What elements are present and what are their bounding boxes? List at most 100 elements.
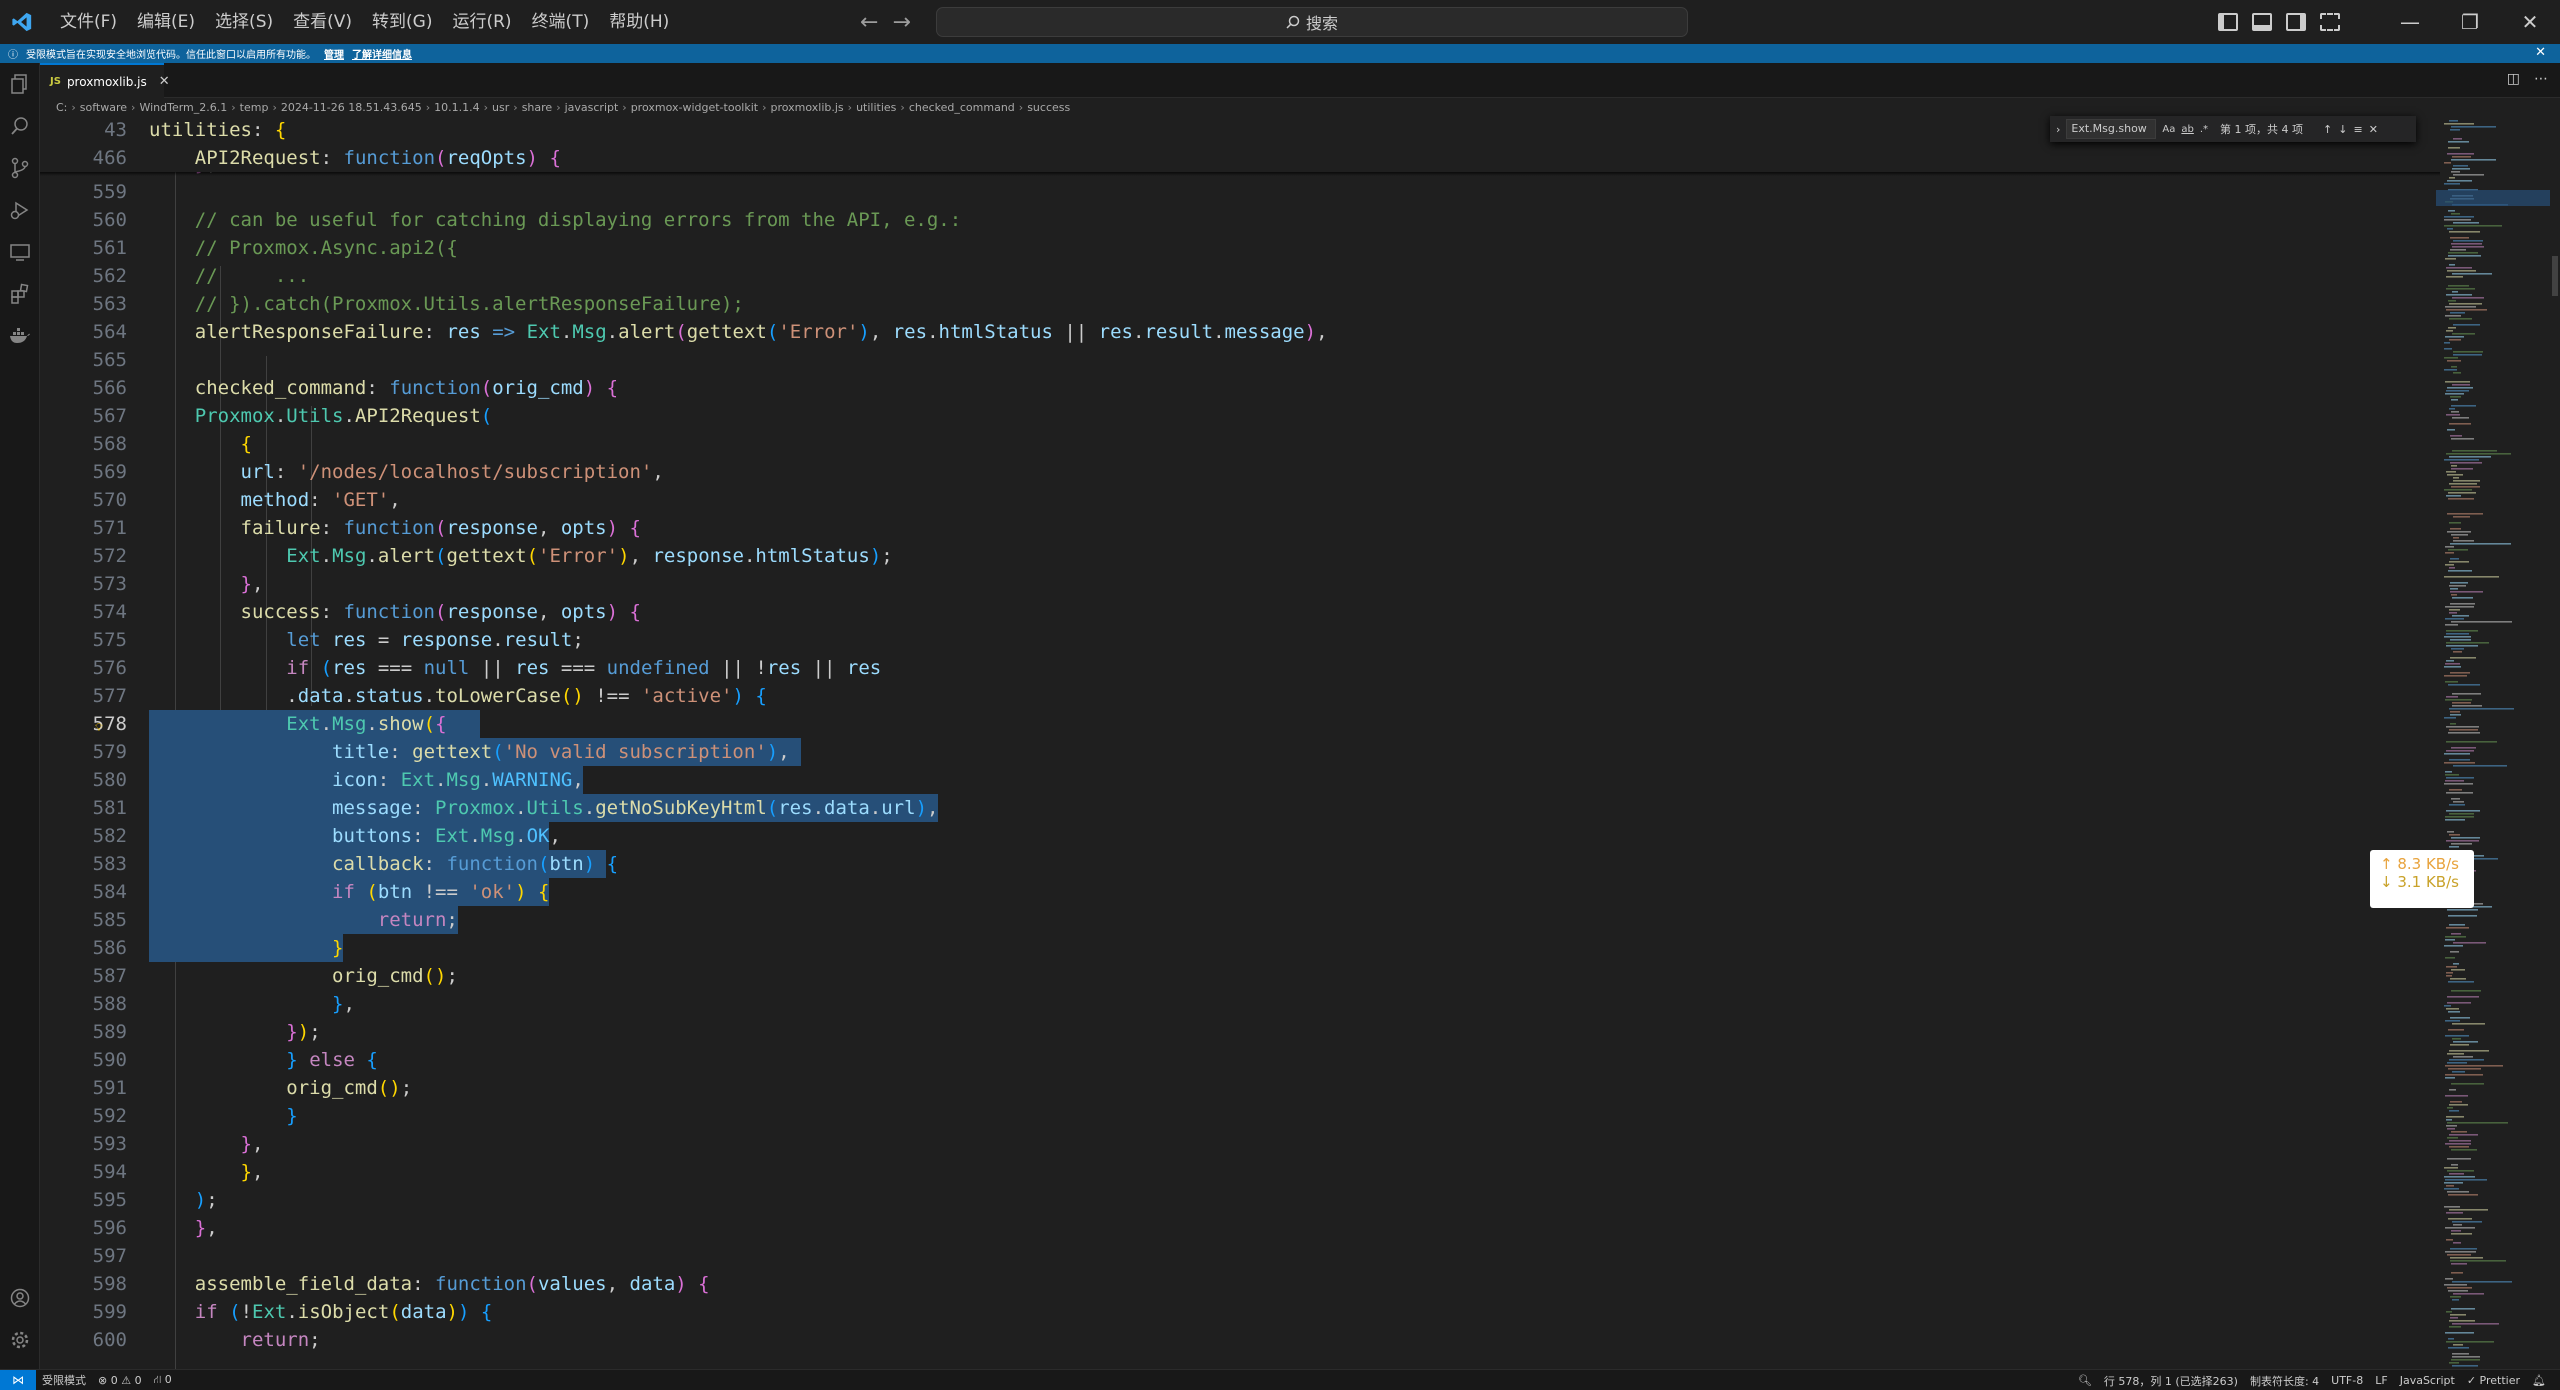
menu-item[interactable]: 查看(V) xyxy=(283,0,362,44)
restore-button[interactable]: ❐ xyxy=(2440,0,2500,44)
minimap-line xyxy=(2451,411,2459,413)
breadcrumb-item[interactable]: temp xyxy=(240,101,269,114)
code-token: Proxmox xyxy=(435,797,516,819)
back-arrow-icon[interactable]: ← xyxy=(860,10,878,35)
run-debug-icon[interactable] xyxy=(0,189,40,231)
minimap-line xyxy=(2449,612,2457,614)
encoding-status[interactable]: UTF-8 xyxy=(2325,1374,2369,1387)
tab-proxmoxlib-js[interactable]: JS proxmoxlib.js ✕ xyxy=(40,63,170,98)
prettier-status[interactable]: ✓ Prettier xyxy=(2461,1374,2526,1387)
breadcrumb-separator-icon: › xyxy=(556,100,561,114)
accounts-icon[interactable] xyxy=(0,1277,40,1319)
line-number: 586 xyxy=(92,937,127,959)
next-match-icon[interactable]: ↓ xyxy=(2338,123,2347,136)
use-regex-toggle[interactable]: .* xyxy=(2200,124,2208,135)
toggle-replace-icon[interactable]: › xyxy=(2056,123,2060,136)
menu-item[interactable]: 转到(G) xyxy=(362,0,442,44)
breadcrumb-item[interactable]: checked_command xyxy=(909,101,1015,114)
problems-status[interactable]: ⊗ 0 ⚠ 0 xyxy=(92,1374,148,1387)
manage-link[interactable]: 管理 xyxy=(324,46,344,61)
cursor-position[interactable]: 行 578，列 1 (已选择263) xyxy=(2098,1373,2244,1389)
zoom-icon[interactable]: 🔍︎ xyxy=(2072,1374,2098,1387)
indentation-status[interactable]: 制表符长度: 4 xyxy=(2244,1373,2325,1389)
breadcrumb-item[interactable]: success xyxy=(1027,101,1070,114)
breadcrumb-item[interactable]: 10.1.1.4 xyxy=(434,101,479,114)
code-token: { xyxy=(274,119,287,141)
match-whole-word-toggle[interactable]: ab xyxy=(2181,124,2193,135)
menu-item[interactable]: 运行(R) xyxy=(442,0,521,44)
menu-item[interactable]: 帮助(H) xyxy=(599,0,679,44)
menu-item[interactable]: 文件(F) xyxy=(50,0,127,44)
breadcrumb-item[interactable]: WindTerm_2.6.1 xyxy=(139,101,227,114)
toggle-secondary-sidebar-icon[interactable] xyxy=(2286,13,2306,31)
minimap-line xyxy=(2450,1017,2470,1019)
breadcrumb-item[interactable]: proxmoxlib.js xyxy=(771,101,844,114)
breadcrumb-item[interactable]: share xyxy=(522,101,553,114)
breadcrumb-item[interactable]: software xyxy=(80,101,127,114)
customize-layout-icon[interactable] xyxy=(2320,13,2340,31)
explorer-icon[interactable] xyxy=(0,63,40,105)
minimap-line xyxy=(2448,1029,2464,1031)
breadcrumb-item[interactable]: 2024-11-26 18.51.43.645 xyxy=(281,101,422,114)
close-find-icon[interactable]: ✕ xyxy=(2369,123,2378,136)
command-center-search[interactable]: 搜索 xyxy=(936,7,1688,37)
code-text: API2Request: function(reqOpts) { xyxy=(149,144,561,172)
forward-arrow-icon[interactable]: → xyxy=(892,10,910,35)
tab-close-icon[interactable]: ✕ xyxy=(159,74,170,89)
close-banner-icon[interactable]: ✕ xyxy=(2535,45,2546,60)
minimap[interactable] xyxy=(2440,116,2550,1369)
minimap-line xyxy=(2450,603,2475,605)
minimap-line xyxy=(2453,537,2459,539)
breadcrumb-item[interactable]: usr xyxy=(492,101,509,114)
vertical-scrollbar[interactable] xyxy=(2550,116,2560,1369)
code-token: if xyxy=(194,1301,218,1323)
code-token: ) xyxy=(583,377,596,399)
close-window-button[interactable]: ✕ xyxy=(2500,0,2560,44)
ports-status[interactable]: ⛙ 0 xyxy=(148,1373,178,1388)
minimap-line xyxy=(2451,1083,2484,1085)
docker-icon[interactable] xyxy=(0,315,40,357)
code-token: ( xyxy=(675,321,687,343)
code-token: gettext xyxy=(686,321,767,343)
code-text: assemble_field_data: function(values, da… xyxy=(149,1270,710,1298)
code-editor[interactable]: 557 Ext.Ajax.request(newopts);558 },5595… xyxy=(40,116,2440,1369)
breadcrumb-item[interactable]: C: xyxy=(56,101,67,114)
minimap-line xyxy=(2452,450,2497,452)
breadcrumb-item[interactable]: javascript xyxy=(565,101,619,114)
extensions-icon[interactable] xyxy=(0,273,40,315)
manage-gear-icon[interactable] xyxy=(0,1319,40,1361)
split-editor-icon[interactable]: ◫ xyxy=(2507,71,2520,87)
match-case-toggle[interactable]: Aa xyxy=(2162,124,2175,135)
breadcrumb-item[interactable]: utilities xyxy=(856,101,896,114)
remote-indicator-icon[interactable]: ⋈ xyxy=(0,1369,36,1390)
toggle-primary-sidebar-icon[interactable] xyxy=(2218,13,2238,31)
menu-item[interactable]: 终端(T) xyxy=(522,0,600,44)
sticky-scroll-line: 466 API2Request: function(reqOpts) { xyxy=(40,144,2440,172)
find-input[interactable]: Ext.Msg.show xyxy=(2066,119,2157,139)
breadcrumb-item[interactable]: proxmox-widget-toolkit xyxy=(631,101,758,114)
remote-explorer-icon[interactable] xyxy=(0,231,40,273)
restricted-mode-status[interactable]: 受限模式 xyxy=(36,1372,92,1388)
scrollbar-thumb[interactable] xyxy=(2552,256,2558,296)
more-actions-icon[interactable]: ⋯ xyxy=(2534,71,2548,87)
find-in-selection-icon[interactable]: ≡ xyxy=(2353,123,2362,136)
previous-match-icon[interactable]: ↑ xyxy=(2323,123,2332,136)
language-mode[interactable]: JavaScript xyxy=(2394,1374,2461,1387)
minimap-line xyxy=(2446,777,2474,779)
code-token: ) xyxy=(675,1273,687,1295)
menu-item[interactable]: 编辑(E) xyxy=(127,0,205,44)
minimap-line xyxy=(2444,576,2499,578)
notifications-bell-icon[interactable]: 🔔︎ xyxy=(2526,1374,2552,1387)
minimap-line xyxy=(2445,381,2470,383)
eol-status[interactable]: LF xyxy=(2369,1374,2393,1387)
toggle-panel-icon[interactable] xyxy=(2252,13,2272,31)
source-control-icon[interactable] xyxy=(0,147,40,189)
code-token: url xyxy=(240,461,275,483)
search-sidebar-icon[interactable] xyxy=(0,105,40,147)
minimap-slider[interactable] xyxy=(2436,190,2550,206)
menu-item[interactable]: 选择(S) xyxy=(205,0,283,44)
minimize-button[interactable]: — xyxy=(2380,0,2440,44)
learn-more-link[interactable]: 了解详细信息 xyxy=(352,46,412,61)
